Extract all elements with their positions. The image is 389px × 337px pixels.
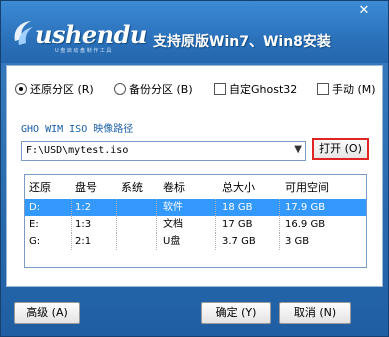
free-space-cell: 16.9 GB (285, 219, 326, 230)
column-divider (71, 216, 72, 233)
manual-label: 手动 (M) (332, 83, 376, 96)
free-space-cell: 3 GB (285, 236, 310, 247)
column-divider (71, 233, 72, 250)
table-row[interactable]: E: 1:3 文档 17 GB 16.9 GB (25, 216, 366, 233)
free-space-cell: 17.9 GB (285, 202, 326, 213)
volume-cell: 软件 (163, 202, 183, 213)
close-icon: ✕ (358, 3, 370, 18)
backup-partition-radio[interactable]: 备份分区 (B) (114, 80, 193, 98)
column-header: 可用空间 (285, 181, 329, 194)
column-divider (71, 199, 72, 216)
restore-cell: G: (29, 236, 41, 247)
restore-partition-label: 还原分区 (R) (30, 83, 94, 96)
app-logo: ushendu U 盘 启 动 盘 制 作 工 具 (11, 19, 147, 54)
total-size-cell: 3.7 GB (222, 236, 256, 247)
table-row[interactable]: G: 2:1 U盘 3.7 GB 3 GB (25, 233, 366, 250)
column-header: 还原 (29, 181, 51, 194)
custom-ghost-checkbox[interactable]: 自定Ghost32 (214, 80, 297, 98)
partition-table: 还原 盘号 系统 卷标 总大小 可用空间 D: 1:2 软件 18 GB 17.… (24, 174, 367, 268)
image-path-label: GHO WIM ISO 映像路径 (21, 124, 134, 135)
image-path-combobox[interactable]: F:\USD\mytest.iso ▼ (21, 141, 306, 161)
volume-cell: U盘 (163, 236, 181, 247)
column-header: 系统 (121, 181, 143, 194)
dialog-window: ushendu U 盘 启 动 盘 制 作 工 具 支持原版Win7、Win8安… (0, 0, 389, 337)
column-divider (215, 199, 216, 216)
table-row[interactable]: D: 1:2 软件 18 GB 17.9 GB (25, 199, 366, 216)
chevron-down-icon[interactable]: ▼ (294, 144, 302, 155)
column-divider (156, 199, 157, 216)
image-path-value: F:\USD\mytest.iso (26, 145, 129, 156)
column-divider (116, 199, 117, 216)
window-title: 支持原版Win7、Win8安装 (153, 34, 331, 50)
checkbox-indicator (214, 83, 226, 95)
manual-checkbox[interactable]: 手动 (M) (317, 80, 376, 98)
column-divider (215, 233, 216, 250)
column-divider (279, 216, 280, 233)
backup-partition-label: 备份分区 (B) (129, 83, 193, 96)
disk-cell: 1:2 (75, 202, 92, 213)
advanced-button[interactable]: 高级 (A) (14, 302, 80, 324)
restore-partition-radio[interactable]: 还原分区 (R) (15, 80, 94, 98)
table-header: 还原 盘号 系统 卷标 总大小 可用空间 (25, 179, 366, 196)
ok-button[interactable]: 确定 (Y) (201, 302, 271, 324)
logo-subtitle: U 盘 启 动 盘 制 作 工 具 (55, 48, 112, 54)
column-divider (116, 233, 117, 250)
title-bar: ushendu U 盘 启 动 盘 制 作 工 具 支持原版Win7、Win8安… (1, 1, 388, 63)
radio-indicator (15, 83, 27, 95)
custom-ghost-label: 自定Ghost32 (229, 83, 298, 96)
column-divider (116, 216, 117, 233)
column-header: 总大小 (222, 181, 255, 194)
checkbox-indicator (317, 83, 329, 95)
column-divider (279, 233, 280, 250)
column-header: 卷标 (163, 181, 185, 194)
total-size-cell: 18 GB (222, 202, 253, 213)
restore-cell: D: (29, 202, 41, 213)
volume-cell: 文档 (163, 219, 183, 230)
column-divider (215, 216, 216, 233)
open-button[interactable]: 打开 (O) (312, 138, 369, 160)
column-header: 盘号 (75, 181, 97, 194)
cancel-button[interactable]: 取消 (N) (279, 302, 351, 324)
disk-cell: 2:1 (75, 236, 92, 247)
mode-options: 还原分区 (R) 备份分区 (B) 自定Ghost32 手动 (M) (7, 80, 384, 98)
radio-indicator (114, 83, 126, 95)
column-divider (279, 199, 280, 216)
column-divider (156, 233, 157, 250)
close-button[interactable]: ✕ (356, 3, 372, 19)
total-size-cell: 17 GB (222, 219, 253, 230)
logo-swirl-icon (14, 21, 33, 45)
disk-cell: 1:3 (75, 219, 92, 230)
column-divider (156, 216, 157, 233)
logo-text: ushendu (35, 20, 147, 49)
content-panel: 还原分区 (R) 备份分区 (B) 自定Ghost32 手动 (M) GHO W… (6, 65, 383, 287)
restore-cell: E: (29, 219, 39, 230)
